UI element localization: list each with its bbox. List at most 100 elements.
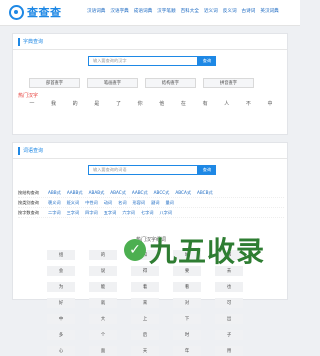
- word-grid-item[interactable]: 用: [215, 346, 243, 356]
- filter-link[interactable]: 四字词: [85, 210, 98, 216]
- zi-search: 输入要查询的汉字 查询: [88, 56, 216, 66]
- filter-link[interactable]: 副词: [151, 200, 159, 206]
- word-grid-item[interactable]: 心: [47, 346, 75, 356]
- filter-link[interactable]: ABCB式: [197, 190, 213, 196]
- word-grid-item[interactable]: 着: [131, 282, 159, 292]
- filter-link[interactable]: ABCA式: [175, 190, 191, 196]
- filter-link[interactable]: 褒义词: [48, 200, 61, 206]
- filter-link[interactable]: 三字词: [67, 210, 80, 216]
- hot-chars-label: 热门汉字: [18, 93, 39, 99]
- logo-icon: [9, 4, 24, 20]
- watermark-icon: ✓: [124, 239, 146, 261]
- filter-link[interactable]: 八字词: [159, 210, 172, 216]
- filter-link[interactable]: 形容词: [133, 200, 146, 206]
- word-grid-item[interactable]: 看: [173, 282, 201, 292]
- nav-item[interactable]: 近义词: [204, 8, 218, 14]
- word-grid-item[interactable]: 子: [215, 330, 243, 340]
- nav-item[interactable]: 汉语字典: [110, 8, 128, 14]
- word-grid-item[interactable]: 面: [89, 346, 117, 356]
- hot-char[interactable]: 的: [73, 100, 78, 107]
- filter-link[interactable]: 名词: [118, 200, 126, 206]
- filter-link[interactable]: 动词: [104, 200, 112, 206]
- hot-char[interactable]: 一: [29, 100, 34, 107]
- zi-category-buttons: 部首查字 笔画查字 结构查字 拼音查字: [29, 78, 254, 88]
- ci-panel-title: 词语查询: [23, 148, 44, 154]
- category-button[interactable]: 笔画查字: [87, 78, 138, 88]
- category-button[interactable]: 拼音查字: [203, 78, 254, 88]
- word-grid-item[interactable]: 也: [215, 282, 243, 292]
- word-grid-item[interactable]: 多: [47, 330, 75, 340]
- word-grid-item[interactable]: 出: [215, 314, 243, 324]
- word-grid-item[interactable]: 个: [89, 330, 117, 340]
- zi-panel-title: 字典查询: [23, 39, 44, 45]
- word-grid-item[interactable]: 说: [89, 266, 117, 276]
- filter-link[interactable]: ABCC式: [154, 190, 170, 196]
- hot-char[interactable]: 了: [116, 100, 121, 107]
- filter-link[interactable]: 贬义词: [67, 200, 80, 206]
- word-grid-item[interactable]: 年: [173, 346, 201, 356]
- brand-name: 查查查: [27, 6, 62, 19]
- filter-values: ABB式 AABB式 ABAB式 ABAC式 AABC式 ABCC式 ABCA式…: [48, 190, 213, 196]
- filter-link[interactable]: 中性词: [85, 200, 98, 206]
- zi-search-button[interactable]: 查询: [198, 56, 216, 66]
- filter-link[interactable]: AABB式: [67, 190, 83, 196]
- filter-link[interactable]: ABAC式: [110, 190, 126, 196]
- nav-item[interactable]: 汉字笔顺: [157, 8, 175, 14]
- nav-item[interactable]: 古诗词: [242, 8, 256, 14]
- filter-label: 按类别查询: [18, 199, 39, 205]
- filter-link[interactable]: ABAB式: [89, 190, 105, 196]
- zi-panel: 字典查询 输入要查询的汉字 查询 部首查字 笔画查字 结构查字 拼音查字 热门汉…: [12, 33, 288, 135]
- nav-item[interactable]: 百科大全: [181, 8, 199, 14]
- hot-char[interactable]: 在: [181, 100, 186, 107]
- filter-link[interactable]: ABB式: [48, 190, 61, 196]
- hot-char[interactable]: 我: [51, 100, 56, 107]
- watermark: ✓ 九五收录: [124, 230, 265, 270]
- word-grid-item[interactable]: 中: [47, 314, 75, 324]
- word-grid-item[interactable]: 大: [89, 314, 117, 324]
- word-grid-item[interactable]: 天: [131, 346, 159, 356]
- filter-link[interactable]: AABC式: [132, 190, 148, 196]
- zi-panel-header: 字典查询: [13, 34, 287, 50]
- header-accent: [18, 37, 20, 46]
- word-grid-item[interactable]: 下: [173, 314, 201, 324]
- hot-char[interactable]: 有: [203, 100, 208, 107]
- category-button[interactable]: 部首查字: [29, 78, 80, 88]
- hot-char[interactable]: 你: [138, 100, 143, 107]
- hot-char[interactable]: 是: [94, 100, 99, 107]
- filter-label: 按结构查询: [18, 189, 39, 195]
- filter-link[interactable]: 五字词: [104, 210, 117, 216]
- word-grid-item[interactable]: 后: [131, 330, 159, 340]
- filter-link[interactable]: 六字词: [122, 210, 135, 216]
- main-nav: 汉语词典 汉语字典 成语词典 汉字笔顺 百科大全 近义词 反义词 古诗词 英汉词…: [87, 8, 279, 14]
- ci-panel: 词语查询 输入要查询的词语 查询 按结构查询 ABB式 AABB式 ABAB式 …: [12, 142, 288, 356]
- hot-char[interactable]: 不: [246, 100, 251, 107]
- nav-item[interactable]: 反义词: [223, 8, 237, 14]
- hot-char[interactable]: 中: [268, 100, 273, 107]
- word-grid-item[interactable]: 组: [47, 250, 75, 260]
- hot-char[interactable]: 人: [224, 100, 229, 107]
- ci-filter-row: 按结构查询 ABB式 AABB式 ABAB式 ABAC式 AABC式 ABCC式…: [18, 188, 284, 198]
- filter-link[interactable]: 量词: [165, 200, 173, 206]
- filter-label: 按字数查询: [18, 209, 39, 215]
- category-button[interactable]: 结构查字: [145, 78, 196, 88]
- ci-filter-row: 按字数查询 二字词 三字词 四字词 五字词 六字词 七字词 八字词: [18, 208, 284, 218]
- ci-search-button[interactable]: 查询: [198, 165, 216, 175]
- nav-item[interactable]: 英汉词典: [260, 8, 278, 14]
- logo[interactable]: 查查查: [9, 4, 62, 20]
- word-grid-item[interactable]: 上: [131, 314, 159, 324]
- filter-values: 二字词 三字词 四字词 五字词 六字词 七字词 八字词: [48, 210, 172, 216]
- ci-search-input[interactable]: 输入要查询的词语: [88, 165, 198, 175]
- nav-item[interactable]: 成语词典: [134, 8, 152, 14]
- word-grid-item[interactable]: 时: [173, 330, 201, 340]
- word-grid-item[interactable]: 会: [47, 266, 75, 276]
- watermark-text: 九五收录: [149, 235, 266, 268]
- header-accent: [18, 146, 20, 155]
- word-grid-item[interactable]: 的: [89, 250, 117, 260]
- hot-char[interactable]: 他: [159, 100, 164, 107]
- zi-search-input[interactable]: 输入要查询的汉字: [88, 56, 198, 66]
- word-grid-item[interactable]: 能: [89, 282, 117, 292]
- nav-item[interactable]: 汉语词典: [87, 8, 105, 14]
- filter-link[interactable]: 二字词: [48, 210, 61, 216]
- filter-link[interactable]: 七字词: [141, 210, 154, 216]
- word-grid-item[interactable]: 为: [47, 282, 75, 292]
